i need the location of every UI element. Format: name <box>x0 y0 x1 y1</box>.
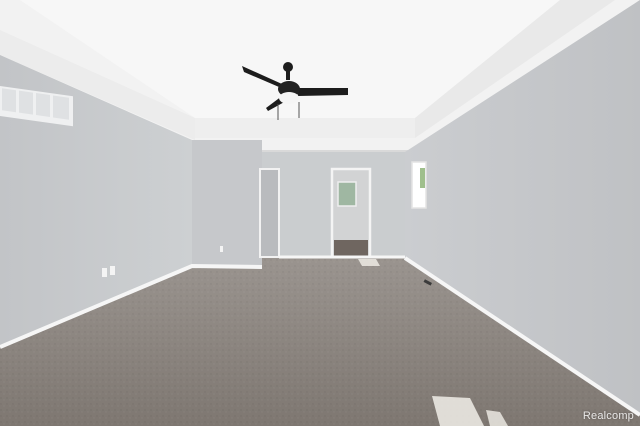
center-doorway-floor <box>334 240 368 257</box>
left-alcove-wall <box>192 140 262 268</box>
wall-outlet-icon <box>110 266 115 275</box>
wall-outlet-icon <box>102 268 107 277</box>
tray-front-edge <box>195 118 415 138</box>
right-window-green <box>420 168 425 188</box>
left-doorway <box>260 169 279 257</box>
wall-outlet-icon <box>220 246 223 252</box>
empty-room-photo <box>0 0 640 426</box>
watermark-text: Realcomp <box>582 410 634 422</box>
distant-window <box>337 181 357 207</box>
